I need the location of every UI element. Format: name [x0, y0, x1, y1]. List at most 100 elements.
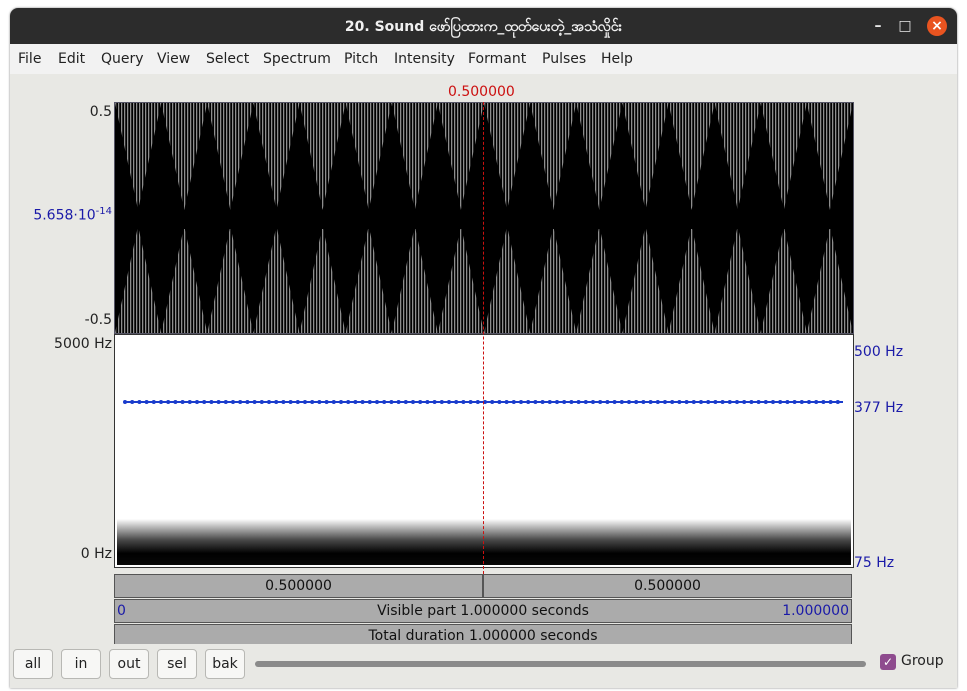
- menu-edit[interactable]: Edit: [58, 51, 85, 67]
- pitch-point: [519, 400, 523, 404]
- menu-file[interactable]: File: [18, 51, 41, 67]
- pitch-point: [396, 400, 401, 404]
- spectrogram-panel[interactable]: [114, 334, 854, 568]
- zoom-all-button[interactable]: all: [13, 649, 53, 679]
- waveform-y-top: 0.5: [89, 104, 112, 120]
- pitch-point: [749, 400, 754, 404]
- pitch-point: [699, 400, 703, 404]
- pitch-point: [641, 400, 646, 404]
- menu-intensity[interactable]: Intensity: [394, 51, 455, 67]
- menu-pulses[interactable]: Pulses: [542, 51, 586, 67]
- waveform-panel[interactable]: [114, 102, 854, 334]
- zoom-back-button[interactable]: bak: [205, 649, 245, 679]
- pitch-point: [591, 400, 595, 404]
- pitch-point: [346, 400, 351, 404]
- pitch-point: [303, 400, 307, 404]
- menu-query[interactable]: Query: [101, 51, 144, 67]
- pitch-point: [497, 400, 502, 404]
- waveform-y-mid: 5.658·10-14: [10, 206, 112, 224]
- pitch-point: [612, 400, 617, 404]
- pitch-point: [792, 400, 797, 404]
- pitch-point: [835, 400, 840, 404]
- pitch-point: [504, 400, 509, 404]
- pitch-point: [562, 400, 567, 404]
- pitch-point: [713, 400, 718, 404]
- cursor-time-label: 0.500000: [448, 84, 515, 100]
- window-title: 20. Sound ဖော်ပြထားက_ထုတ်ပေးတဲ့_အသံလှိုင…: [344, 19, 623, 35]
- pitch-point: [490, 400, 495, 404]
- menu-view[interactable]: View: [157, 51, 190, 67]
- menu-spectrum[interactable]: Spectrum: [263, 51, 331, 67]
- minimize-icon[interactable]: –: [868, 16, 888, 36]
- pitch-point: [245, 400, 250, 404]
- pitch-point: [151, 400, 156, 404]
- pitch-point: [295, 400, 300, 404]
- pitch-value-label: 377 Hz: [854, 400, 904, 416]
- pitch-point: [756, 400, 761, 404]
- pitch-point: [691, 400, 696, 404]
- pitch-point: [259, 400, 264, 404]
- pitch-point: [130, 400, 135, 404]
- pitch-point: [807, 400, 811, 404]
- pitch-point: [195, 400, 199, 404]
- zoom-out-button[interactable]: out: [109, 649, 149, 679]
- zoom-selection-button[interactable]: sel: [157, 649, 197, 679]
- pitch-point: [742, 400, 747, 404]
- maximize-icon[interactable]: □: [895, 16, 915, 36]
- pitch-point: [137, 400, 142, 404]
- visible-part-bar[interactable]: 0 Visible part 1.000000 seconds 1.000000: [114, 599, 852, 623]
- sound-editor-canvas[interactable]: 0.500000 0.5 5.658·10-14 -0.5 5000 Hz 0 …: [10, 74, 957, 648]
- spectrogram-freq-top: 5000 Hz: [54, 336, 112, 352]
- pitch-point: [238, 400, 243, 404]
- pitch-point: [252, 400, 257, 404]
- pitch-point: [583, 400, 588, 404]
- pitch-point: [231, 400, 235, 404]
- pitch-point: [735, 400, 739, 404]
- segment-left-bar[interactable]: 0.500000: [114, 574, 483, 598]
- pitch-point: [576, 400, 581, 404]
- pitch-point: [403, 400, 408, 404]
- checkmark-icon[interactable]: ✓: [880, 654, 896, 670]
- pitch-point: [223, 400, 228, 404]
- pitch-point: [439, 400, 444, 404]
- pitch-point: [547, 400, 552, 404]
- pitch-point: [648, 400, 653, 404]
- pitch-point: [411, 400, 415, 404]
- pitch-point: [317, 400, 322, 404]
- pitch-point: [799, 400, 804, 404]
- pitch-point: [771, 400, 775, 404]
- visible-start: 0: [117, 603, 126, 619]
- pitch-point: [339, 400, 343, 404]
- pitch-point: [663, 400, 667, 404]
- segment-right-bar[interactable]: 0.500000: [483, 574, 852, 598]
- pitch-point: [511, 400, 516, 404]
- pitch-point: [461, 400, 466, 404]
- menu-help[interactable]: Help: [601, 51, 633, 67]
- pitch-point: [555, 400, 559, 404]
- menu-bar: File Edit Query View Select Spectrum Pit…: [10, 44, 957, 74]
- pitch-point: [763, 400, 768, 404]
- pitch-point: [634, 400, 639, 404]
- group-checkbox-label: Group: [901, 653, 944, 669]
- pitch-point: [331, 400, 336, 404]
- zoom-in-button[interactable]: in: [61, 649, 101, 679]
- menu-formant[interactable]: Formant: [468, 51, 526, 67]
- menu-pitch[interactable]: Pitch: [344, 51, 378, 67]
- pitch-point: [274, 400, 279, 404]
- pitch-point: [288, 400, 293, 404]
- pitch-point: [166, 400, 171, 404]
- pitch-point: [778, 400, 783, 404]
- praat-sound-window: 20. Sound ဖော်ပြထားက_ထုတ်ပေးတဲ့_အသံလှိုင…: [10, 8, 957, 688]
- pitch-point: [670, 400, 675, 404]
- pitch-point: [389, 400, 394, 404]
- horizontal-scrollbar[interactable]: [255, 661, 866, 667]
- pitch-point: [310, 400, 315, 404]
- close-icon[interactable]: ×: [927, 16, 947, 36]
- pitch-point: [720, 400, 725, 404]
- pitch-point: [627, 400, 631, 404]
- pitch-point: [382, 400, 387, 404]
- pitch-point: [454, 400, 459, 404]
- menu-select[interactable]: Select: [206, 51, 249, 67]
- spectrogram-energy-band: [117, 519, 851, 565]
- time-cursor[interactable]: [483, 102, 484, 574]
